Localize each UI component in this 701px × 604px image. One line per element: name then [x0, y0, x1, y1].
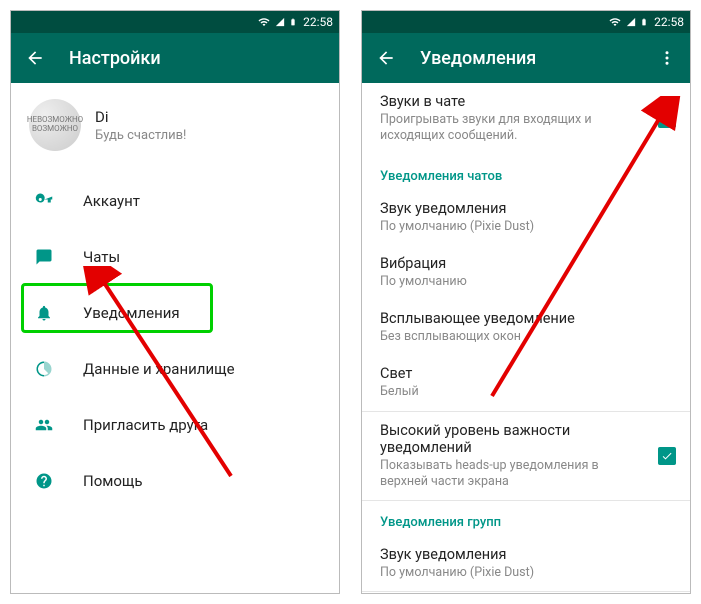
item-primary: Звуки в чате [380, 93, 642, 110]
settings-label: Аккаунт [83, 192, 140, 210]
status-time: 22:58 [654, 15, 684, 29]
profile-status: Будь счастлив! [95, 128, 186, 143]
settings-label: Уведомления [83, 304, 180, 322]
notif-item-high-priority[interactable]: Высокий уровень важности уведомлений Пок… [362, 412, 690, 501]
item-primary: Всплывающее уведомление [380, 310, 634, 327]
bell-icon [35, 304, 53, 322]
item-secondary: Белый [380, 384, 634, 400]
wifi-icon [608, 16, 622, 28]
settings-item-help[interactable]: Помощь [11, 453, 339, 509]
settings-list: Аккаунт Чаты Уведомления Данные и хранил… [11, 173, 339, 509]
notif-item-chat-sounds[interactable]: Звуки в чате Проигрывать звуки для входя… [362, 83, 690, 155]
phone-settings: 22:58 Настройки НЕВОЗМОЖНО ВОЗМОЖНО Di Б… [10, 10, 340, 594]
item-primary: Высокий уровень важности уведомлений [380, 422, 642, 456]
notif-item-sound[interactable]: Звук уведомления По умолчанию (Pixie Dus… [362, 190, 690, 245]
signal-icon [275, 16, 285, 28]
avatar: НЕВОЗМОЖНО ВОЗМОЖНО [29, 99, 81, 151]
checkbox-checked[interactable] [658, 447, 676, 465]
more-icon[interactable] [658, 49, 676, 67]
settings-label: Пригласить друга [83, 416, 208, 434]
status-time: 22:58 [303, 15, 333, 29]
settings-label: Чаты [83, 248, 120, 266]
settings-item-invite[interactable]: Пригласить друга [11, 397, 339, 453]
appbar-title: Уведомления [420, 48, 536, 69]
signal-icon [626, 16, 636, 28]
help-icon [35, 472, 53, 490]
item-primary: Звук уведомления [380, 200, 634, 217]
notifications-list: Звуки в чате Проигрывать звуки для входя… [362, 83, 690, 593]
settings-item-account[interactable]: Аккаунт [11, 173, 339, 229]
key-icon [35, 192, 53, 210]
data-icon [35, 360, 53, 378]
status-bar: 22:58 [11, 11, 339, 33]
item-primary: Свет [380, 365, 634, 382]
item-secondary: Показывать heads-up уведомления в верхне… [380, 458, 642, 491]
check-icon [661, 113, 673, 125]
notif-item-group-vibration[interactable]: Вибрация По умолчанию [362, 592, 690, 593]
item-secondary: Без всплывающих окон [380, 329, 634, 345]
check-icon [661, 450, 673, 462]
checkbox-checked[interactable] [658, 110, 676, 128]
item-primary: Звук уведомления [380, 546, 634, 563]
item-secondary: По умолчанию (Pixie Dust) [380, 219, 634, 235]
notif-item-group-sound[interactable]: Звук уведомления По умолчанию (Pixie Dus… [362, 536, 690, 591]
battery-icon [640, 15, 648, 29]
section-group-notifications: Уведомления групп [362, 501, 690, 536]
invite-icon [35, 416, 53, 434]
notif-item-vibration[interactable]: Вибрация По умолчанию [362, 245, 690, 300]
profile-header[interactable]: НЕВОЗМОЖНО ВОЗМОЖНО Di Будь счастлив! [11, 83, 339, 173]
item-secondary: Проигрывать звуки для входящих и исходящ… [380, 112, 642, 145]
back-icon[interactable] [25, 48, 45, 68]
appbar-title: Настройки [69, 48, 161, 69]
settings-label: Помощь [83, 472, 143, 490]
item-primary: Вибрация [380, 255, 634, 272]
appbar-settings: Настройки [11, 33, 339, 83]
chat-icon [35, 248, 53, 266]
wifi-icon [257, 16, 271, 28]
settings-item-notifications[interactable]: Уведомления [11, 285, 339, 341]
settings-item-chats[interactable]: Чаты [11, 229, 339, 285]
settings-label: Данные и хранилище [83, 360, 235, 378]
phone-notifications: 22:58 Уведомления Звуки в чате Проигрыва… [361, 10, 691, 594]
notif-item-popup[interactable]: Всплывающее уведомление Без всплывающих … [362, 300, 690, 355]
status-bar: 22:58 [362, 11, 690, 33]
appbar-notifications: Уведомления [362, 33, 690, 83]
profile-name: Di [95, 108, 186, 126]
section-chat-notifications: Уведомления чатов [362, 155, 690, 190]
item-secondary: По умолчанию [380, 274, 634, 290]
item-secondary: По умолчанию (Pixie Dust) [380, 565, 634, 581]
back-icon[interactable] [376, 48, 396, 68]
settings-item-data[interactable]: Данные и хранилище [11, 341, 339, 397]
battery-icon [289, 15, 297, 29]
notif-item-light[interactable]: Свет Белый [362, 355, 690, 410]
